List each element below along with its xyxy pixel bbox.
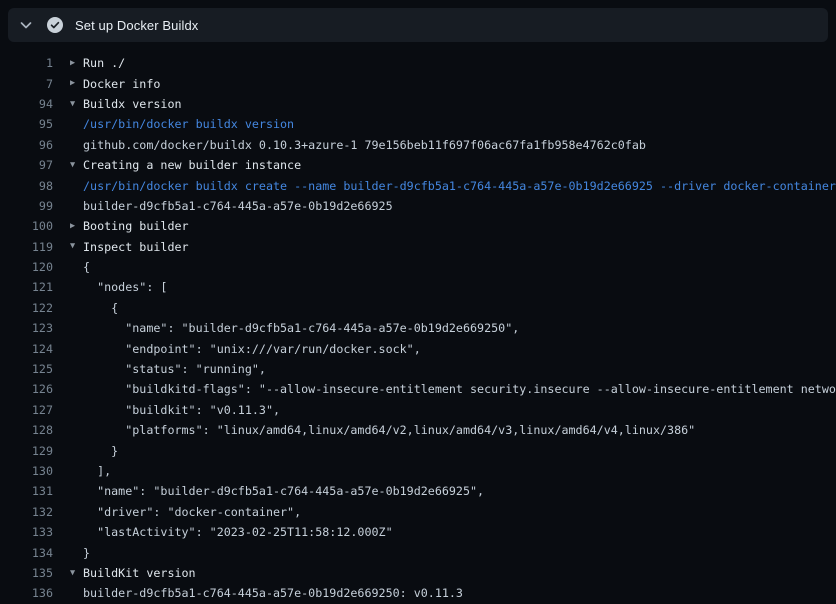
- log-line: 135 ▼BuildKit version: [0, 563, 836, 583]
- group-collapsed-icon[interactable]: ▶: [70, 222, 83, 231]
- log-line: 130 ],: [0, 461, 836, 481]
- line-number-link[interactable]: 136: [0, 586, 53, 600]
- line-number-link[interactable]: 128: [0, 423, 53, 437]
- log-line: 121 "nodes": [: [0, 277, 836, 297]
- group-expanded-icon[interactable]: ▼: [70, 569, 83, 578]
- group-expanded-icon[interactable]: ▼: [70, 161, 83, 170]
- output-text: github.com/docker/buildx 0.10.3+azure-1 …: [83, 138, 646, 152]
- log-line: 132 "driver": "docker-container",: [0, 502, 836, 522]
- output-text: builder-d9cfb5a1-c764-445a-a57e-0b19d2e6…: [83, 586, 463, 600]
- output-text: "name": "builder-d9cfb5a1-c764-445a-a57e…: [83, 321, 519, 335]
- output-text: }: [83, 546, 90, 560]
- line-number-link[interactable]: 131: [0, 484, 53, 498]
- line-number-link[interactable]: 132: [0, 505, 53, 519]
- line-number-link[interactable]: 7: [0, 77, 53, 91]
- step-success-check-icon: [47, 17, 63, 33]
- log-line: 97 ▼Creating a new builder instance: [0, 155, 836, 175]
- line-number-link[interactable]: 100: [0, 219, 53, 233]
- line-number-link[interactable]: 126: [0, 382, 53, 396]
- output-text: "status": "running",: [83, 362, 266, 376]
- line-number-link[interactable]: 133: [0, 525, 53, 539]
- output-text: "platforms": "linux/amd64,linux/amd64/v2…: [83, 423, 695, 437]
- output-text: "name": "builder-d9cfb5a1-c764-445a-a57e…: [83, 484, 484, 498]
- log-line: 124 "endpoint": "unix:///var/run/docker.…: [0, 338, 836, 358]
- output-text: "buildkitd-flags": "--allow-insecure-ent…: [83, 382, 836, 396]
- output-text: "nodes": [: [83, 280, 167, 294]
- log-line: 99 builder-d9cfb5a1-c764-445a-a57e-0b19d2…: [0, 196, 836, 216]
- group-label[interactable]: Creating a new builder instance: [83, 158, 301, 172]
- line-number-link[interactable]: 121: [0, 280, 53, 294]
- log-line: 128 "platforms": "linux/amd64,linux/amd6…: [0, 420, 836, 440]
- group-label[interactable]: Inspect builder: [83, 240, 189, 254]
- log-line: 119 ▼Inspect builder: [0, 237, 836, 257]
- line-number-link[interactable]: 135: [0, 566, 53, 580]
- output-text: }: [83, 444, 118, 458]
- log-line: 122 {: [0, 298, 836, 318]
- line-number-link[interactable]: 129: [0, 444, 53, 458]
- group-label[interactable]: Run ./: [83, 56, 125, 70]
- output-text: "endpoint": "unix:///var/run/docker.sock…: [83, 342, 421, 356]
- command-text: /usr/bin/docker buildx create --name bui…: [83, 179, 836, 193]
- line-number-link[interactable]: 95: [0, 117, 53, 131]
- log-viewer: 1▶Run ./7▶Docker info94▼Buildx version95…: [0, 53, 836, 604]
- line-number-link[interactable]: 99: [0, 199, 53, 213]
- log-line: 136 builder-d9cfb5a1-c764-445a-a57e-0b19d…: [0, 583, 836, 603]
- log-line: 131 "name": "builder-d9cfb5a1-c764-445a-…: [0, 481, 836, 501]
- step-title: Set up Docker Buildx: [75, 18, 198, 33]
- chevron-down-icon[interactable]: [18, 17, 34, 33]
- line-number-link[interactable]: 94: [0, 97, 53, 111]
- log-line: 94 ▼Buildx version: [0, 94, 836, 114]
- group-collapsed-icon[interactable]: ▶: [70, 59, 83, 68]
- group-label[interactable]: Docker info: [83, 77, 160, 91]
- group-expanded-icon[interactable]: ▼: [70, 242, 83, 251]
- line-number-link[interactable]: 98: [0, 179, 53, 193]
- log-line: 120 {: [0, 257, 836, 277]
- line-number-link[interactable]: 97: [0, 158, 53, 172]
- line-number-link[interactable]: 123: [0, 321, 53, 335]
- line-number-link[interactable]: 122: [0, 301, 53, 315]
- log-line: 134}: [0, 542, 836, 562]
- group-label[interactable]: BuildKit version: [83, 566, 196, 580]
- line-number-link[interactable]: 130: [0, 464, 53, 478]
- line-number-link[interactable]: 125: [0, 362, 53, 376]
- output-text: "driver": "docker-container",: [83, 505, 301, 519]
- log-line: 98/usr/bin/docker buildx create --name b…: [0, 175, 836, 195]
- log-line: 95/usr/bin/docker buildx version: [0, 114, 836, 134]
- output-text: {: [83, 301, 118, 315]
- log-line: 126 "buildkitd-flags": "--allow-insecure…: [0, 379, 836, 399]
- command-text: /usr/bin/docker buildx version: [83, 117, 294, 131]
- log-line: 133 "lastActivity": "2023-02-25T11:58:12…: [0, 522, 836, 542]
- output-text: ],: [83, 464, 111, 478]
- group-expanded-icon[interactable]: ▼: [70, 100, 83, 109]
- group-collapsed-icon[interactable]: ▶: [70, 79, 83, 88]
- line-number-link[interactable]: 119: [0, 240, 53, 254]
- line-number-link[interactable]: 120: [0, 260, 53, 274]
- log-line: 7 ▶Docker info: [0, 73, 836, 93]
- group-label[interactable]: Buildx version: [83, 97, 182, 111]
- log-line: 1 ▶Run ./: [0, 53, 836, 73]
- log-line: 129 }: [0, 440, 836, 460]
- group-label[interactable]: Booting builder: [83, 219, 189, 233]
- log-line: 123 "name": "builder-d9cfb5a1-c764-445a-…: [0, 318, 836, 338]
- output-text: {: [83, 260, 90, 274]
- step-header[interactable]: Set up Docker Buildx: [8, 8, 828, 42]
- output-text: "lastActivity": "2023-02-25T11:58:12.000…: [83, 525, 393, 539]
- log-line: 100 ▶Booting builder: [0, 216, 836, 236]
- line-number-link[interactable]: 134: [0, 546, 53, 560]
- log-line: 127 "buildkit": "v0.11.3",: [0, 400, 836, 420]
- log-line: 125 "status": "running",: [0, 359, 836, 379]
- line-number-link[interactable]: 127: [0, 403, 53, 417]
- line-number-link[interactable]: 1: [0, 56, 53, 70]
- line-number-link[interactable]: 124: [0, 342, 53, 356]
- output-text: builder-d9cfb5a1-c764-445a-a57e-0b19d2e6…: [83, 199, 393, 213]
- line-number-link[interactable]: 96: [0, 138, 53, 152]
- log-line: 96 github.com/docker/buildx 0.10.3+azure-…: [0, 135, 836, 155]
- output-text: "buildkit": "v0.11.3",: [83, 403, 280, 417]
